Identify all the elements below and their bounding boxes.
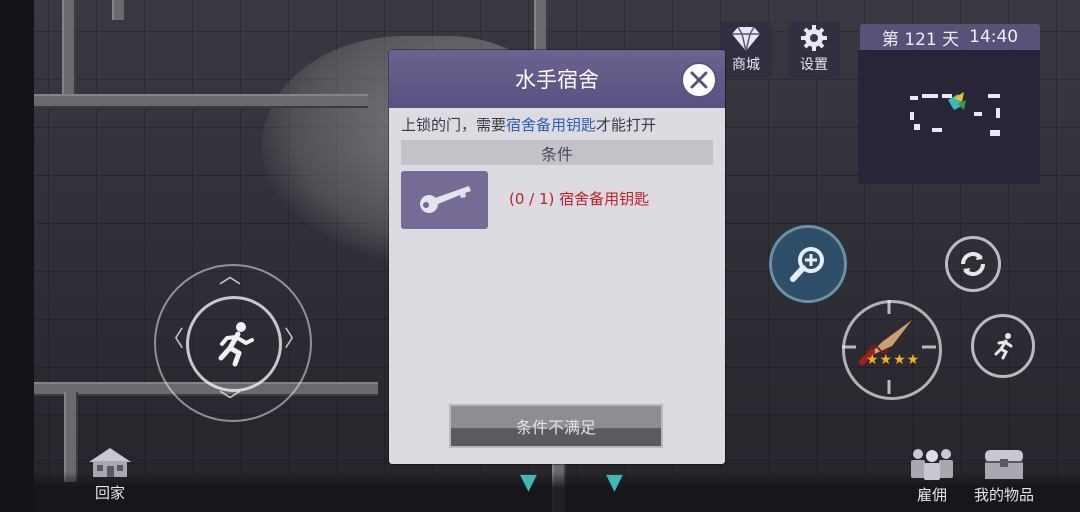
arrow-right-icon: 〉	[284, 327, 307, 352]
chest-icon	[985, 450, 1023, 479]
hire-button[interactable]: 雇佣	[903, 446, 961, 505]
key-icon	[419, 186, 471, 213]
shop-button[interactable]: 商城	[720, 22, 772, 78]
conditions-not-met-button[interactable]: 条件不满足	[449, 404, 663, 448]
group-icon	[911, 449, 953, 480]
day-prefix: 第	[881, 29, 899, 50]
condition-item-slot[interactable]	[401, 171, 488, 229]
inventory-label: 我的物品	[973, 486, 1034, 504]
desc-prefix: 上锁的门，需要	[401, 116, 507, 134]
sprint-icon	[994, 333, 1013, 360]
condition-row: (0 / 1) 宿舍备用钥匙	[401, 171, 713, 231]
clock-time: 14:40	[969, 27, 1019, 47]
pipe	[64, 392, 78, 482]
arrow-left-icon: 〈	[162, 327, 185, 352]
condition-progress: (0 / 1)	[509, 190, 555, 208]
arrow-down-icon: ﹀	[219, 390, 242, 415]
shop-label: 商城	[732, 57, 760, 73]
settings-button[interactable]: 设置	[788, 22, 840, 78]
diamond-icon	[732, 26, 760, 52]
home-label: 回家	[94, 484, 125, 502]
minimap-rooms	[910, 92, 1000, 136]
running-man-icon	[218, 322, 254, 367]
house-icon	[89, 448, 131, 477]
chevron-down-icon: ▼	[606, 470, 623, 495]
left-wall-shadow	[0, 0, 34, 512]
desc-item: 宿舍备用钥匙	[506, 116, 597, 134]
joystick-knob[interactable]	[186, 296, 282, 392]
desc-suffix: 才能打开	[596, 116, 657, 134]
crosshair-knife-icon	[842, 300, 936, 394]
dialog-header: 水手宿舍	[389, 50, 725, 108]
settings-label: 设置	[800, 57, 828, 73]
minimap[interactable]	[858, 50, 1040, 184]
hire-label: 雇佣	[916, 486, 947, 504]
pipe	[534, 0, 548, 50]
day-suffix: 天	[942, 29, 960, 50]
cycle-arrows-icon	[961, 252, 985, 276]
attack-button[interactable]	[842, 300, 942, 400]
day-number: 121	[904, 29, 937, 50]
dialog-title: 水手宿舍	[515, 68, 599, 92]
home-button[interactable]: 回家	[82, 446, 138, 503]
magnifier-plus-icon	[790, 247, 824, 282]
condition-item: 宿舍备用钥匙	[559, 190, 650, 208]
close-button[interactable]	[681, 62, 717, 98]
weapon-stars: ★★★★	[866, 352, 921, 368]
inventory-button[interactable]: 我的物品	[968, 446, 1040, 505]
pipe	[112, 0, 126, 20]
gear-icon	[801, 25, 827, 51]
zoom-button[interactable]	[769, 225, 847, 303]
dialog-description: 上锁的门，需要宿舍备用钥匙才能打开	[401, 115, 713, 135]
door-locked-dialog: 水手宿舍 上锁的门，需要宿舍备用钥匙才能打开 条件 (0 / 1) 宿舍备用钥匙…	[389, 50, 725, 464]
switch-button[interactable]	[945, 236, 1001, 292]
close-icon	[690, 71, 708, 89]
chevron-down-icon: ▼	[520, 470, 537, 495]
sprint-button[interactable]	[971, 314, 1035, 378]
day-time-bar: 第 121 天 14:40	[860, 24, 1040, 50]
pipe	[62, 0, 76, 94]
arrow-up-icon: ︿	[219, 264, 242, 289]
condition-text: (0 / 1) 宿舍备用钥匙	[509, 188, 649, 209]
pipe	[34, 94, 368, 108]
conditions-header: 条件	[401, 140, 713, 165]
